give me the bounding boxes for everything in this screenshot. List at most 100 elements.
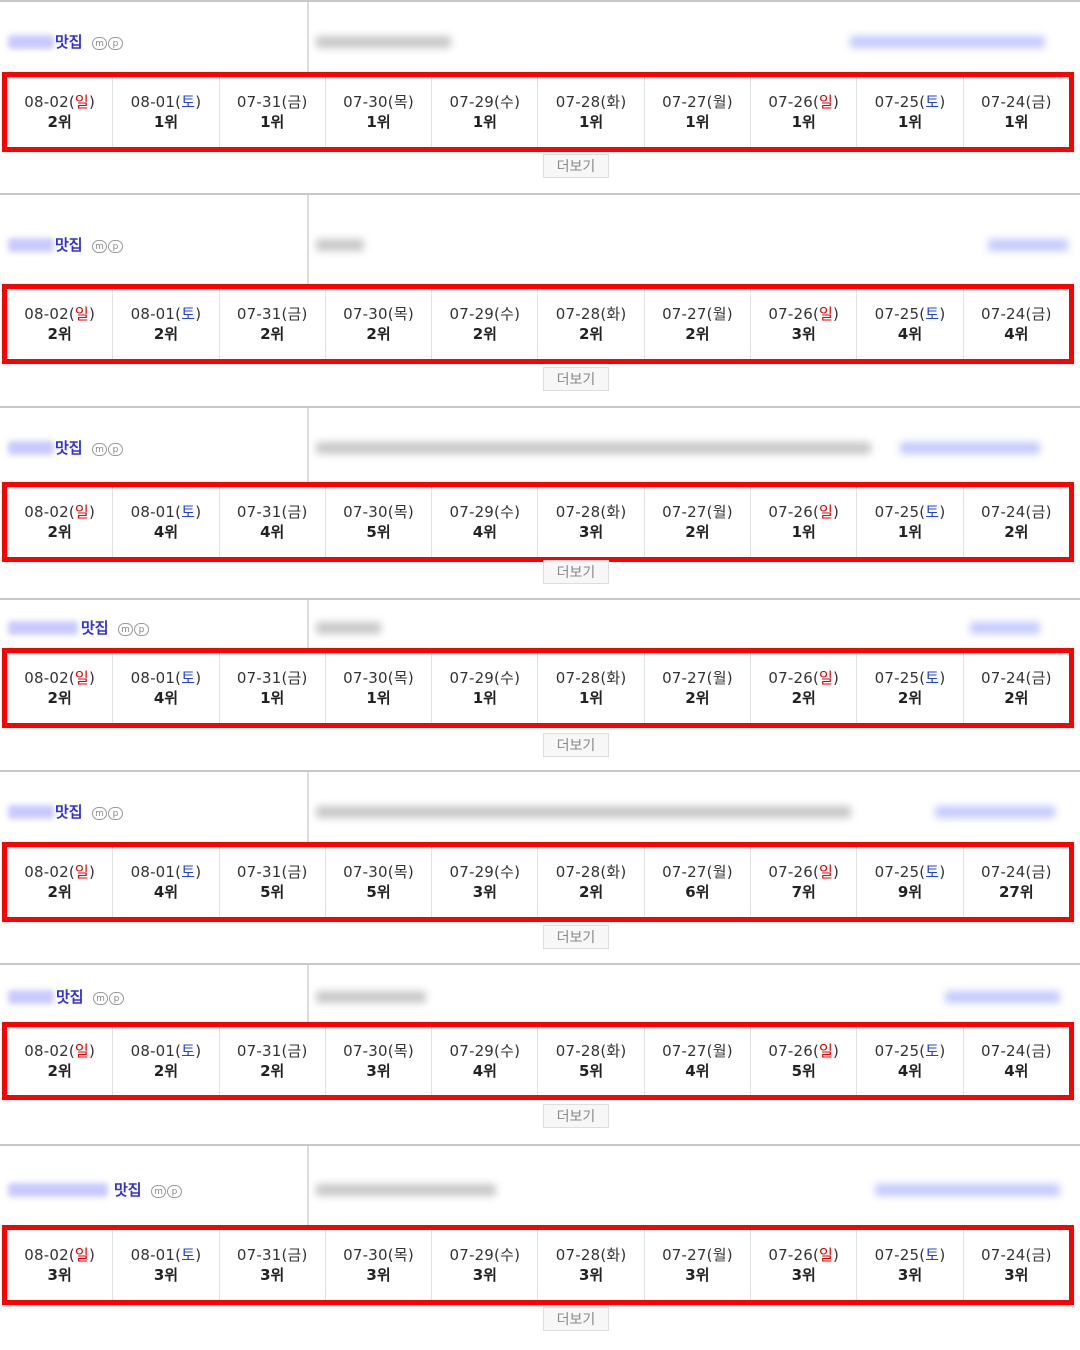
mobile-icon[interactable]: m (93, 992, 108, 1005)
rank-day-cell: 07-29(수) 2위 (432, 289, 539, 359)
rank-date: 07-26(일) (751, 1041, 856, 1061)
date-text: 07-30( (343, 503, 394, 521)
weekday: 목 (393, 305, 408, 323)
rank-day-cell: 07-27(월) 4위 (645, 1027, 752, 1095)
date-close: ) (1045, 669, 1052, 687)
date-text: 07-28( (555, 503, 607, 521)
rank-date: 07-24(금) (964, 92, 1069, 112)
more-button[interactable]: 더보기 (543, 925, 609, 949)
keyword-redacted (8, 990, 54, 1004)
pc-icon[interactable]: p (108, 807, 123, 820)
rank-date: 07-24(금) (964, 1245, 1069, 1265)
weekday: 일 (819, 669, 834, 687)
rank-value: 3위 (153, 1266, 179, 1284)
more-button[interactable]: 더보기 (543, 367, 609, 391)
weekday: 토 (181, 669, 196, 687)
rank-value: 3위 (685, 1266, 710, 1284)
date-text: 07-29( (449, 93, 501, 111)
pc-icon[interactable]: p (108, 240, 123, 253)
more-button[interactable]: 더보기 (543, 733, 609, 757)
rank-date: 08-02(일) (7, 1041, 112, 1061)
rank-date: 07-24(금) (964, 668, 1069, 688)
date-text: 08-02( (24, 503, 75, 521)
mobile-icon[interactable]: m (118, 623, 133, 636)
date-text: 07-28( (555, 1246, 607, 1264)
rank-date: 07-27(월) (645, 502, 750, 522)
rank-date: 08-02(일) (7, 862, 112, 882)
date-text: 07-30( (343, 1042, 394, 1060)
date-close: ) (514, 305, 521, 323)
weekday: 금 (1031, 93, 1046, 111)
mobile-icon[interactable]: m (151, 1185, 166, 1198)
weekday: 일 (74, 669, 89, 687)
mobile-icon[interactable]: m (92, 37, 107, 50)
rank-value: 5위 (366, 523, 391, 541)
keyword-cell: 맛집 m p (0, 195, 309, 285)
rank-date: 07-27(월) (645, 1245, 750, 1265)
rank-value: 4위 (897, 325, 923, 343)
weekday: 수 (500, 503, 515, 521)
keyword-label[interactable]: 맛집 (114, 1179, 142, 1200)
keyword-cell: 맛집 m p (0, 408, 309, 484)
keyword-label[interactable]: 맛집 (56, 986, 84, 1007)
more-button[interactable]: 더보기 (543, 1104, 609, 1128)
date-text: 07-29( (449, 305, 501, 323)
date-text: 08-02( (24, 1246, 75, 1264)
date-text: 07-25( (874, 1042, 926, 1060)
keyword-label[interactable]: 맛집 (55, 437, 83, 458)
date-close: ) (88, 305, 95, 323)
keyword-block: 맛집 m p 08-02(일) 3위 08-01(토) 3위 07-31(금) 3위 07-30(… (0, 1144, 1080, 1337)
date-text: 07-24( (980, 503, 1032, 521)
weekday: 토 (925, 863, 940, 881)
url-redacted (316, 806, 851, 818)
weekday: 일 (819, 305, 834, 323)
rank-history-box: 08-02(일) 2위 08-01(토) 4위 07-31(금) 1위 07-30(목) 1위… (2, 648, 1074, 728)
rank-value: 2위 (579, 883, 604, 901)
pc-icon[interactable]: p (108, 37, 123, 50)
rank-value: 5위 (579, 1062, 604, 1080)
rank-date: 08-02(일) (7, 502, 112, 522)
date-text: 07-27( (662, 863, 713, 881)
date-text: 07-31( (236, 305, 288, 323)
rank-day-cell: 07-28(화) 5위 (538, 1027, 645, 1095)
mobile-icon[interactable]: m (92, 807, 107, 820)
more-button[interactable]: 더보기 (543, 1307, 609, 1331)
keyword-label[interactable]: 맛집 (81, 617, 109, 638)
rank-history-box: 08-02(일) 3위 08-01(토) 3위 07-31(금) 3위 07-30(목) 3위… (2, 1225, 1074, 1305)
keyword-label[interactable]: 맛집 (55, 801, 83, 822)
keyword-label[interactable]: 맛집 (55, 31, 83, 52)
weekday: 목 (393, 1246, 408, 1264)
date-close: ) (407, 1246, 414, 1264)
rank-date: 07-25(토) (857, 862, 962, 882)
rank-value: 2위 (472, 325, 497, 343)
keyword-redacted (8, 805, 54, 819)
weekday: 토 (925, 1246, 940, 1264)
weekday: 일 (74, 305, 89, 323)
rank-value: 1위 (791, 113, 816, 131)
pc-icon[interactable]: p (109, 992, 124, 1005)
weekday: 수 (500, 1246, 515, 1264)
rank-date: 07-27(월) (645, 92, 750, 112)
more-button[interactable]: 더보기 (543, 560, 609, 584)
date-text: 07-31( (236, 1042, 288, 1060)
date-close: ) (833, 1246, 840, 1264)
pc-icon[interactable]: p (108, 443, 123, 456)
weekday: 화 (606, 1042, 621, 1060)
mobile-icon[interactable]: m (92, 443, 107, 456)
rank-day-cell: 07-28(화) 1위 (538, 653, 645, 723)
pc-icon[interactable]: p (134, 623, 149, 636)
weekday: 금 (1031, 669, 1046, 687)
rank-value: 3위 (579, 523, 604, 541)
keyword-cell: 맛집 m p (0, 1146, 309, 1226)
rank-value: 1위 (153, 113, 179, 131)
rank-date: 07-28(화) (538, 862, 643, 882)
mobile-icon[interactable]: m (92, 240, 107, 253)
place-name-redacted (935, 806, 1055, 818)
date-text: 07-25( (874, 305, 926, 323)
more-button[interactable]: 더보기 (543, 154, 609, 178)
keyword-label[interactable]: 맛집 (55, 234, 83, 255)
pc-icon[interactable]: p (167, 1185, 182, 1198)
date-text: 08-02( (24, 93, 75, 111)
rank-day-cell: 07-27(월) 2위 (645, 487, 752, 557)
weekday: 목 (393, 669, 408, 687)
